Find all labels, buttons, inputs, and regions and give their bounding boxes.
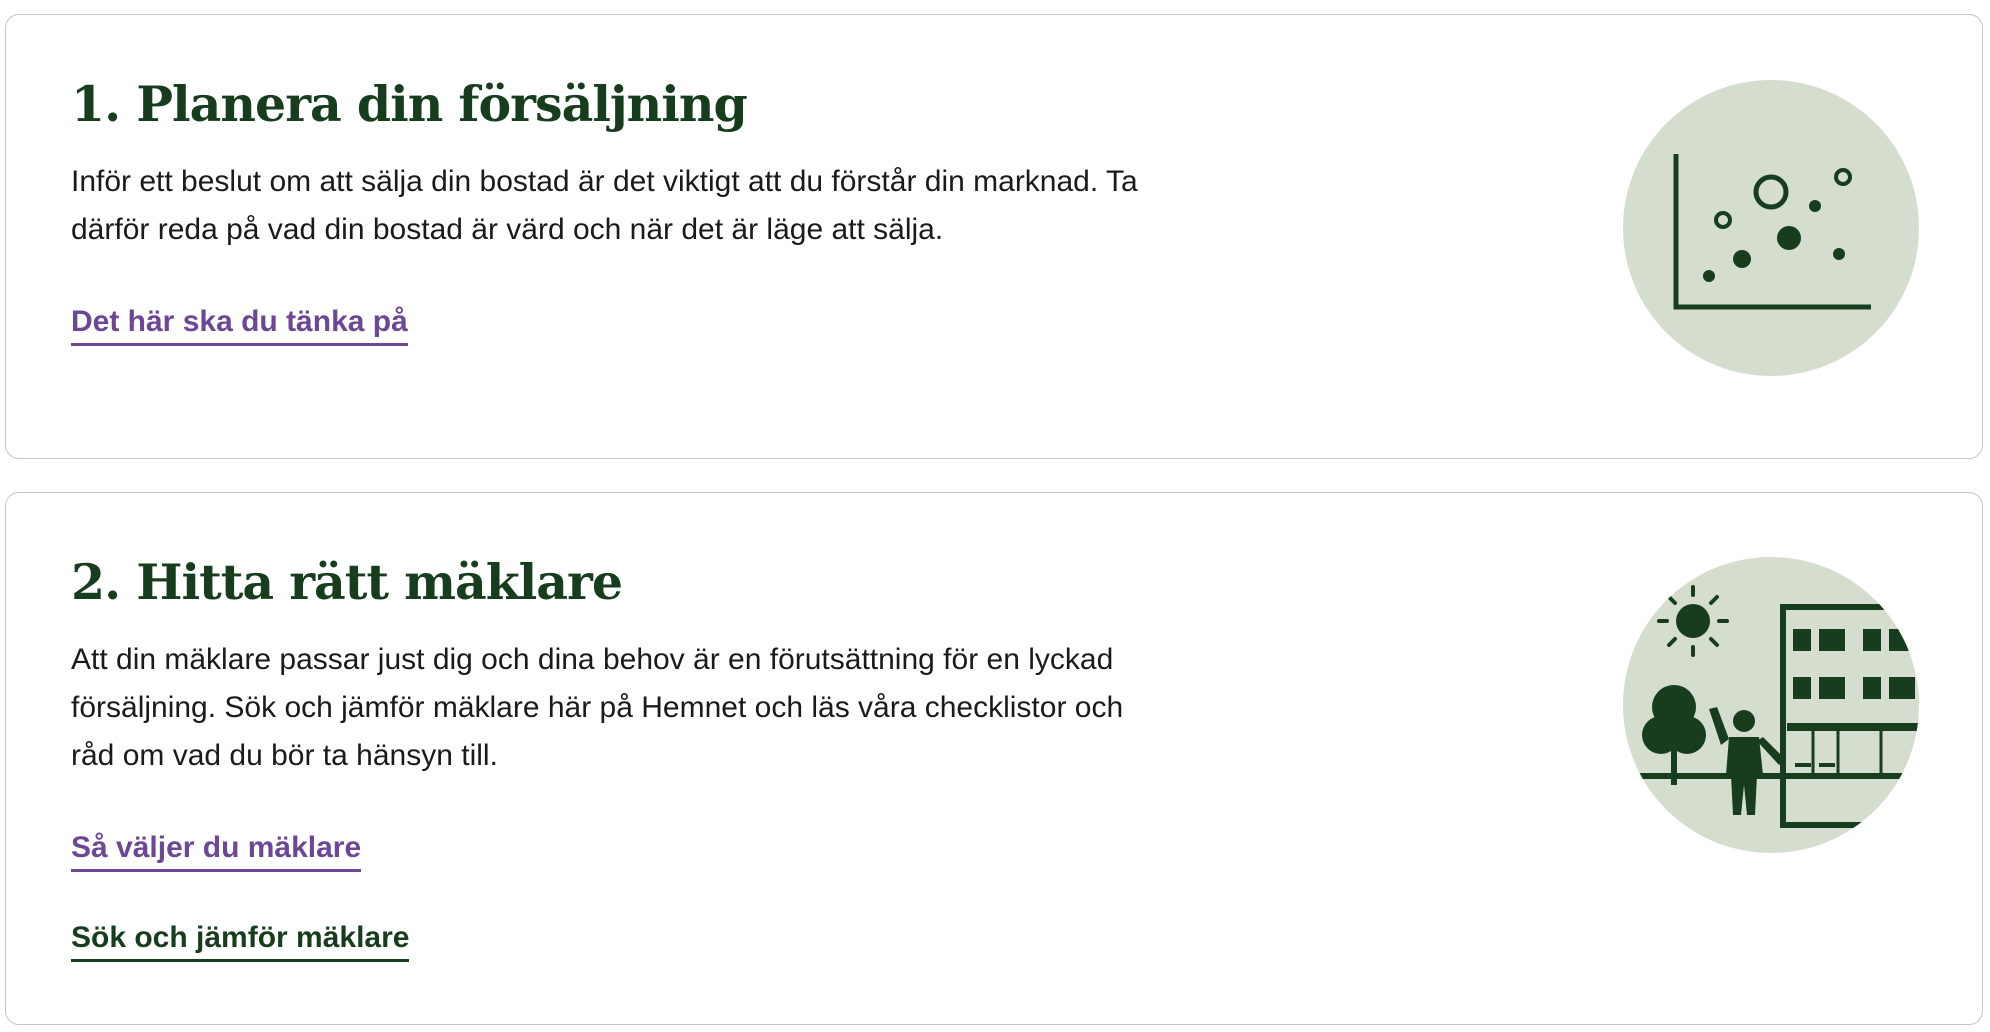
- think-about-this-link[interactable]: Det här ska du tänka på: [71, 304, 408, 346]
- choose-agent-link[interactable]: Så väljer du mäklare: [71, 830, 362, 872]
- step-card-content: 2. Hitta rätt mäklare Att din mäklare pa…: [71, 493, 1151, 962]
- step-card-plan-sale: 1. Planera din försäljning Inför ett bes…: [5, 14, 1983, 459]
- step-description: Att din mäklare passar just dig och dina…: [71, 642, 1124, 772]
- step-card-find-agent: 2. Hitta rätt mäklare Att din mäklare pa…: [5, 492, 1983, 1025]
- scatter-chart-icon: [1623, 80, 1919, 376]
- search-compare-agents-link[interactable]: Sök och jämför mäklare: [71, 920, 410, 962]
- step-description: Inför ett beslut om att sälja din bostad…: [71, 164, 1138, 246]
- step-title: 2. Hitta rätt mäklare: [71, 553, 623, 611]
- step-title: 1. Planera din försäljning: [71, 75, 748, 133]
- neighborhood-agent-icon: [1623, 557, 1919, 853]
- step-card-content: 1. Planera din försäljning Inför ett bes…: [71, 15, 1151, 346]
